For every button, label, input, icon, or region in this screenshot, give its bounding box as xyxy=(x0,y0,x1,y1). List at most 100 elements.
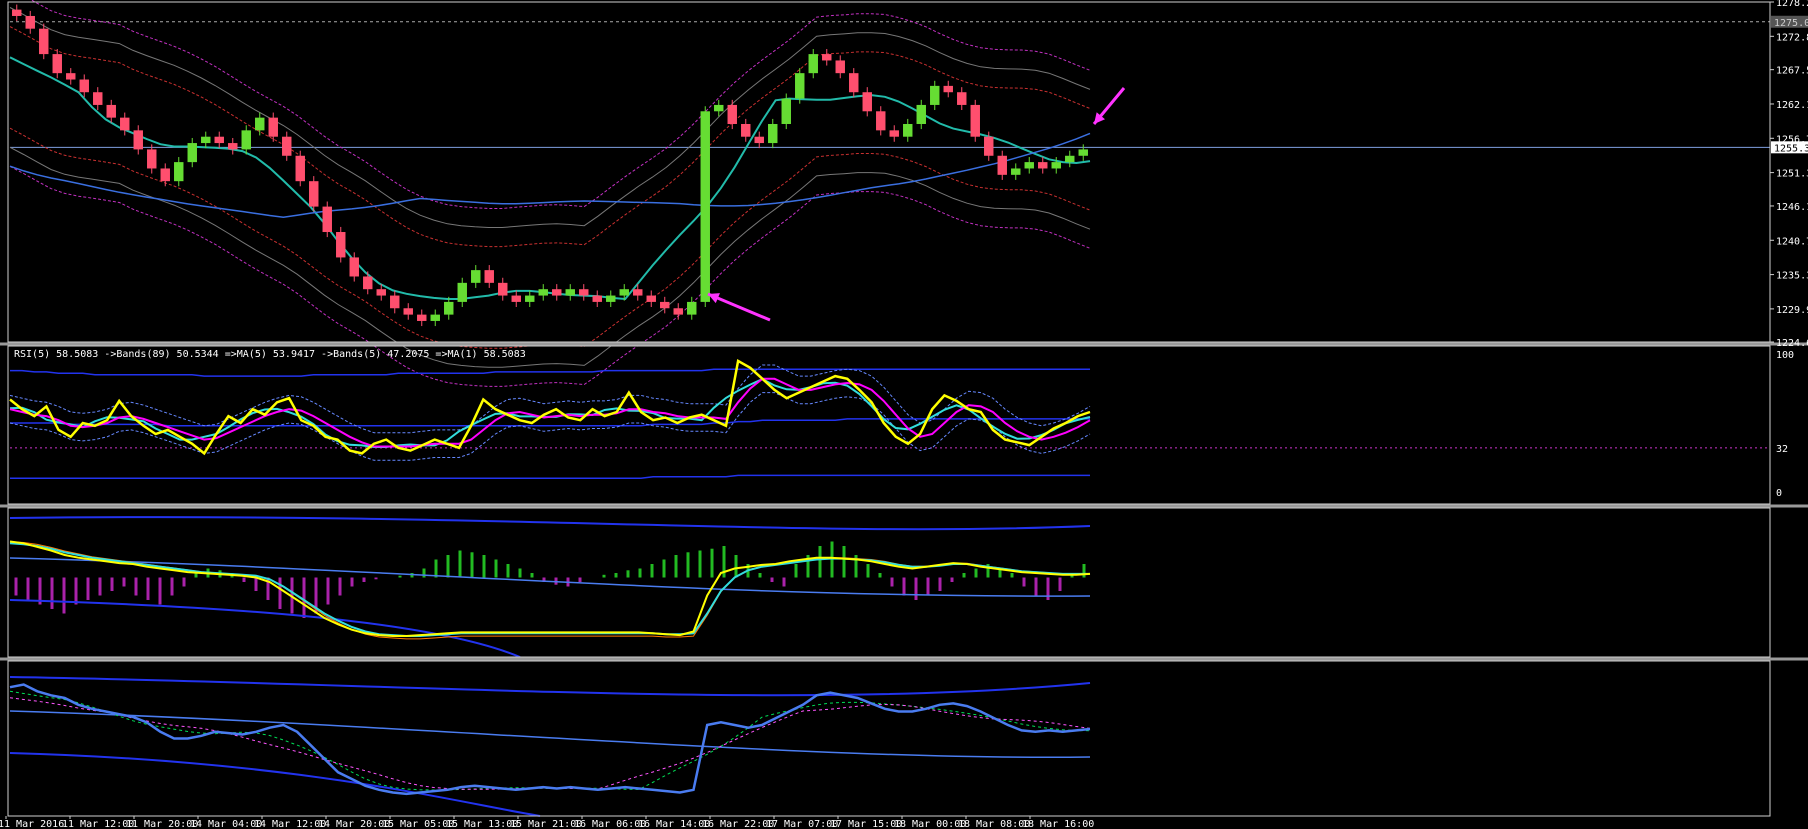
candle-body xyxy=(241,130,251,150)
candle-body xyxy=(1065,155,1075,163)
candle-body xyxy=(741,123,751,137)
time-label: 11 Mar 20:00 xyxy=(126,819,198,829)
pane-separator-1 xyxy=(0,504,1808,508)
candle-body xyxy=(295,155,305,182)
time-label: 11 Mar 12:00 xyxy=(62,819,134,829)
candle-body xyxy=(25,15,35,29)
rsi-tick-label: 0 xyxy=(1776,488,1782,499)
time-label: 18 Mar 08:00 xyxy=(958,819,1030,829)
price-tick-label: 1272.80 xyxy=(1776,32,1808,43)
candle-body xyxy=(808,54,818,74)
rsi-tick-label: 100 xyxy=(1776,350,1794,361)
candle-body xyxy=(79,79,89,93)
candle-body xyxy=(700,111,710,302)
candle-body xyxy=(565,289,575,296)
candle-body xyxy=(592,295,602,302)
time-label: 16 Mar 14:00 xyxy=(638,819,710,829)
candle-body xyxy=(255,117,265,131)
candle-body xyxy=(390,295,400,309)
pane-separator-2 xyxy=(0,657,1808,661)
candle-body xyxy=(633,289,643,296)
price-tick-label: 1262.15 xyxy=(1776,100,1808,111)
candle-body xyxy=(781,98,791,124)
candle-body xyxy=(214,136,224,144)
pane-separator-0 xyxy=(0,342,1808,346)
candle-body xyxy=(309,181,319,207)
candle-body xyxy=(1051,162,1061,169)
chart-window: RSI(5) 58.5083 ->Bands(89) 50.5344 =>MA(… xyxy=(0,0,1808,829)
time-label: 18 Mar 00:00 xyxy=(894,819,966,829)
candle-body xyxy=(984,136,994,156)
time-label: 15 Mar 05:00 xyxy=(382,819,454,829)
candle-body xyxy=(673,308,683,315)
candle-body xyxy=(714,104,724,112)
candle-body xyxy=(1024,162,1034,169)
price-tick-label: 1224.69 xyxy=(1776,338,1808,349)
candle-body xyxy=(849,73,859,93)
candle-body xyxy=(727,104,737,124)
time-label: 14 Mar 04:00 xyxy=(190,819,262,829)
candle-body xyxy=(228,143,238,150)
time-label: 16 Mar 22:00 xyxy=(702,819,774,829)
candle-body xyxy=(282,136,292,156)
candle-body xyxy=(93,92,103,105)
price-tick-label: 1278.20 xyxy=(1776,0,1808,9)
candle-body xyxy=(970,104,980,137)
candle-body xyxy=(268,117,278,137)
current-price-label: 1255.33 xyxy=(1774,143,1808,154)
candle-body xyxy=(498,282,508,296)
candle-body xyxy=(484,270,494,283)
candle-body xyxy=(322,206,332,233)
candle-body xyxy=(376,289,386,296)
candle-body xyxy=(538,289,548,296)
candle-body xyxy=(120,117,130,131)
candle-body xyxy=(552,289,562,296)
candle-body xyxy=(1078,149,1088,156)
price-tick-label: 1229.90 xyxy=(1776,305,1808,316)
candle-body xyxy=(876,111,886,131)
candle-body xyxy=(957,92,967,105)
candle-body xyxy=(930,85,940,105)
candle-body xyxy=(795,73,805,99)
time-label: 11 Mar 2016 xyxy=(0,819,64,829)
candle-body xyxy=(133,130,143,150)
time-label: 17 Mar 15:00 xyxy=(830,819,902,829)
candle-body xyxy=(579,289,589,296)
candle-body xyxy=(997,155,1007,175)
candle-body xyxy=(943,85,953,93)
candle-body xyxy=(660,301,670,309)
candle-body xyxy=(471,270,481,283)
rsi-tick-label: 32 xyxy=(1776,444,1788,455)
time-label: 17 Mar 07:00 xyxy=(766,819,838,829)
candle-body xyxy=(754,136,764,144)
candle-body xyxy=(862,92,872,112)
price-tick-label: 1246.10 xyxy=(1776,202,1808,213)
price-tick-label: 1267.55 xyxy=(1776,66,1808,77)
candle-body xyxy=(1038,162,1048,169)
time-label: 18 Mar 16:00 xyxy=(1022,819,1094,829)
price-tick-label: 1240.70 xyxy=(1776,236,1808,247)
candle-body xyxy=(430,314,440,321)
time-label: 16 Mar 06:00 xyxy=(574,819,646,829)
candle-body xyxy=(147,149,157,169)
candle-body xyxy=(417,314,427,321)
candle-body xyxy=(916,104,926,124)
candle-body xyxy=(687,301,697,315)
candle-body xyxy=(12,9,22,16)
time-label: 15 Mar 13:00 xyxy=(446,819,518,829)
candle-body xyxy=(349,257,359,277)
candle-body xyxy=(39,28,49,55)
candle-body xyxy=(646,295,656,302)
price-tick-label: 1235.30 xyxy=(1776,271,1808,282)
time-label: 14 Mar 20:00 xyxy=(318,819,390,829)
candle-body xyxy=(1011,168,1021,175)
candle-body xyxy=(444,301,454,315)
candle-body xyxy=(606,295,616,302)
candle-body xyxy=(52,54,62,74)
candle-body xyxy=(187,143,197,163)
candle-body xyxy=(619,289,629,296)
candle-body xyxy=(457,282,467,302)
candle-body xyxy=(403,308,413,315)
time-label: 15 Mar 21:00 xyxy=(510,819,582,829)
candle-body xyxy=(768,123,778,144)
